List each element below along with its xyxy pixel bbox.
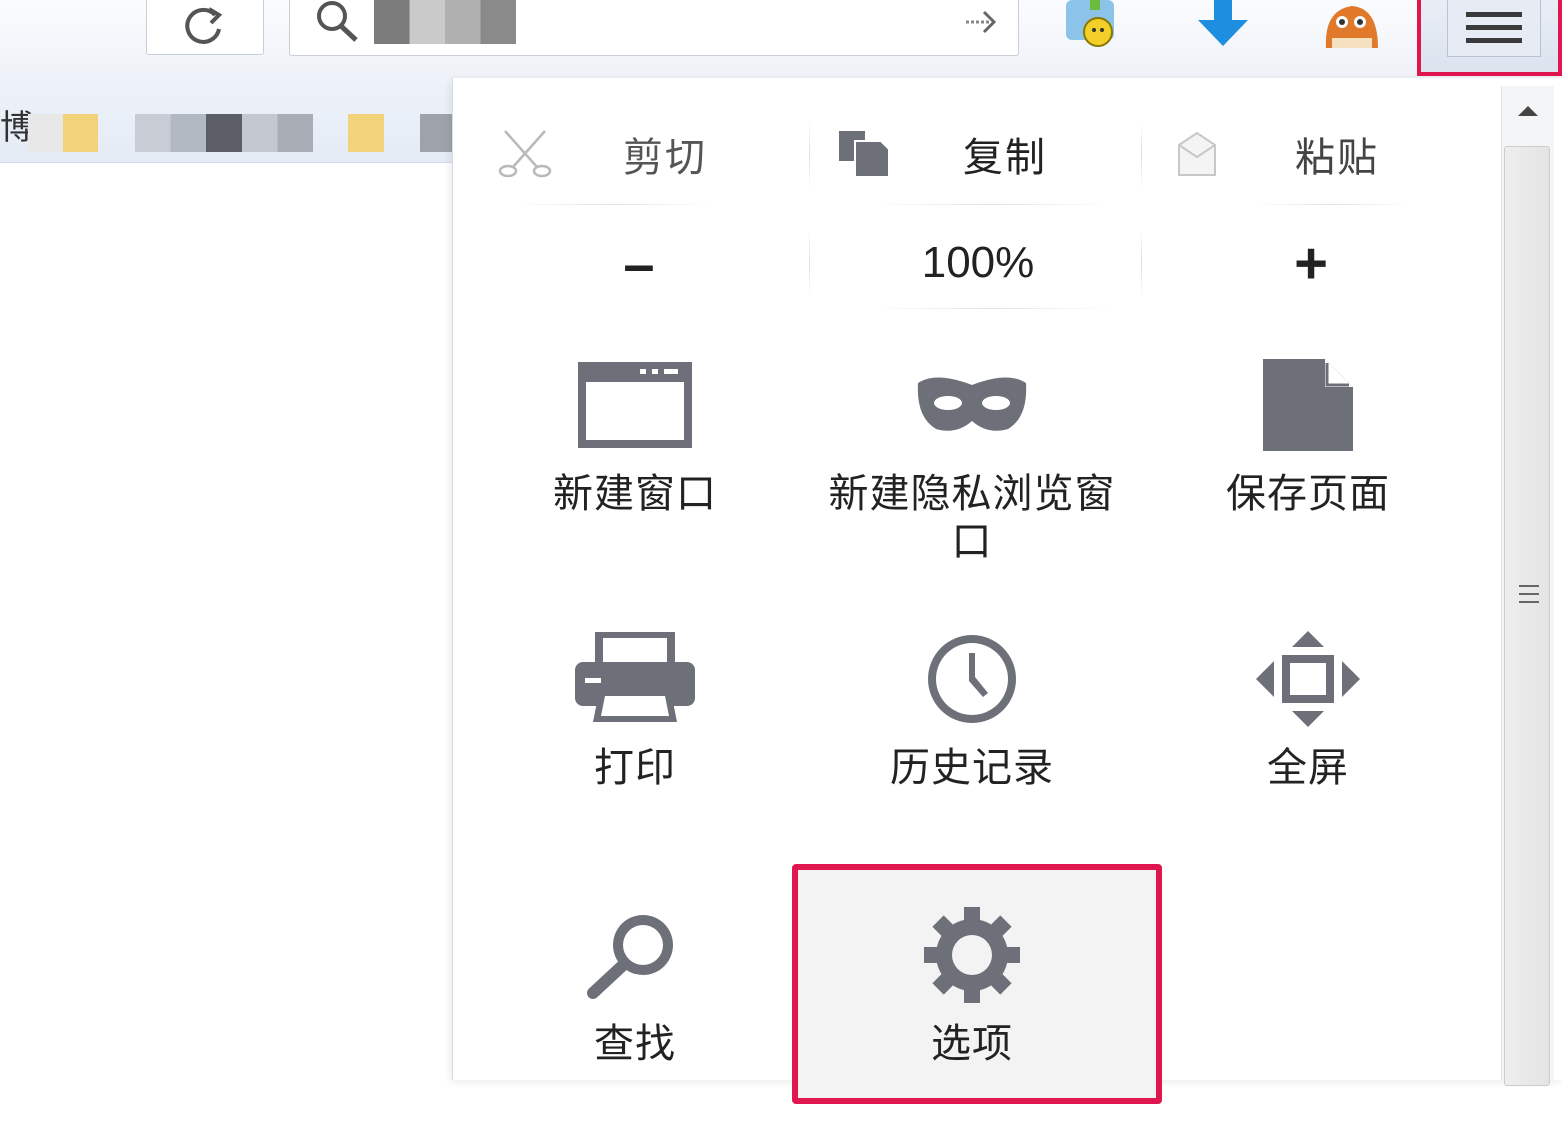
print-label: 打印 bbox=[594, 746, 676, 790]
extension-icon[interactable] bbox=[1062, 0, 1128, 52]
paste-label: 粘贴 bbox=[1295, 136, 1379, 180]
go-arrow-icon[interactable] bbox=[962, 4, 1002, 40]
divider bbox=[513, 204, 713, 205]
gear-icon bbox=[924, 907, 1020, 1003]
scroll-grip-icon bbox=[1519, 585, 1539, 603]
divider bbox=[1253, 204, 1413, 205]
private-mask-icon bbox=[917, 377, 1027, 431]
save-page-icon bbox=[1263, 359, 1353, 451]
blurred-bookmark[interactable] bbox=[420, 114, 452, 152]
addon-icon[interactable] bbox=[1318, 0, 1384, 52]
cut-label: 剪切 bbox=[623, 136, 707, 180]
cut-button[interactable]: 剪切 bbox=[497, 108, 777, 200]
app-menu-panel: 剪切 复制 粘贴 – 100% + 新建窗口 新建隐私浏览窗口 保存页面 打印 … bbox=[452, 78, 1562, 1104]
clock-history-icon bbox=[928, 635, 1016, 723]
bookmarks-toolbar: 博 bbox=[0, 78, 452, 163]
options-button[interactable]: 选项 bbox=[807, 890, 1137, 1130]
copy-icon bbox=[839, 131, 890, 178]
history-label: 历史记录 bbox=[890, 746, 1054, 790]
save-page-button[interactable]: 保存页面 bbox=[1143, 340, 1473, 580]
zoom-in-button[interactable]: + bbox=[1221, 218, 1401, 308]
blurred-bookmark[interactable] bbox=[28, 114, 98, 152]
fullscreen-button[interactable]: 全屏 bbox=[1143, 614, 1473, 854]
new-private-window-label: 新建隐私浏览窗口 bbox=[828, 472, 1116, 564]
blurred-bookmark[interactable] bbox=[135, 114, 313, 152]
divider bbox=[809, 120, 810, 190]
search-bar[interactable] bbox=[289, 0, 1019, 56]
reload-icon bbox=[185, 7, 223, 44]
options-label: 选项 bbox=[931, 1022, 1013, 1066]
blurred-bookmark[interactable] bbox=[348, 114, 384, 152]
browser-toolbar bbox=[0, 0, 1562, 79]
new-window-icon bbox=[578, 362, 692, 448]
print-button[interactable]: 打印 bbox=[470, 614, 800, 854]
divider bbox=[873, 204, 1113, 205]
divider bbox=[809, 228, 810, 298]
magnifier-icon bbox=[587, 915, 673, 999]
fullscreen-icon bbox=[1256, 631, 1360, 727]
panel-scrollbar[interactable] bbox=[1501, 86, 1554, 1086]
zoom-out-button[interactable]: – bbox=[549, 218, 729, 308]
divider bbox=[873, 308, 1113, 309]
fullscreen-label: 全屏 bbox=[1267, 746, 1349, 790]
zoom-in-label: + bbox=[1294, 230, 1328, 296]
history-button[interactable]: 历史记录 bbox=[807, 614, 1137, 854]
divider bbox=[1141, 120, 1142, 190]
paste-icon bbox=[1178, 131, 1216, 176]
find-label: 查找 bbox=[594, 1022, 676, 1066]
search-icon bbox=[317, 1, 358, 42]
printer-icon bbox=[575, 632, 695, 722]
open-menu-button[interactable] bbox=[1417, 0, 1562, 76]
edit-controls-row: 剪切 复制 粘贴 bbox=[453, 108, 1499, 200]
paste-button[interactable]: 粘贴 bbox=[1175, 108, 1475, 200]
new-private-window-button[interactable]: 新建隐私浏览窗口 bbox=[807, 340, 1137, 580]
hamburger-menu-icon bbox=[1447, 0, 1541, 57]
new-window-label: 新建窗口 bbox=[553, 472, 717, 516]
zoom-controls-row: – 100% + bbox=[453, 218, 1499, 308]
zoom-reset-button[interactable]: 100% bbox=[833, 218, 1123, 308]
new-window-button[interactable]: 新建窗口 bbox=[470, 340, 800, 580]
copy-button[interactable]: 复制 bbox=[837, 108, 1137, 200]
save-page-label: 保存页面 bbox=[1226, 472, 1390, 516]
download-arrow-icon[interactable] bbox=[1190, 0, 1256, 52]
scissors-icon bbox=[498, 130, 552, 178]
page-content bbox=[0, 163, 452, 1080]
zoom-level: 100% bbox=[921, 238, 1035, 287]
scroll-thumb[interactable] bbox=[1504, 146, 1550, 1086]
divider bbox=[1141, 228, 1142, 298]
reload-button[interactable] bbox=[146, 0, 264, 55]
zoom-out-label: – bbox=[623, 231, 655, 295]
blurred-search-text bbox=[374, 0, 516, 44]
scroll-up-arrow-icon[interactable] bbox=[1516, 102, 1540, 118]
copy-label: 复制 bbox=[963, 136, 1047, 180]
find-button[interactable]: 查找 bbox=[470, 890, 800, 1130]
